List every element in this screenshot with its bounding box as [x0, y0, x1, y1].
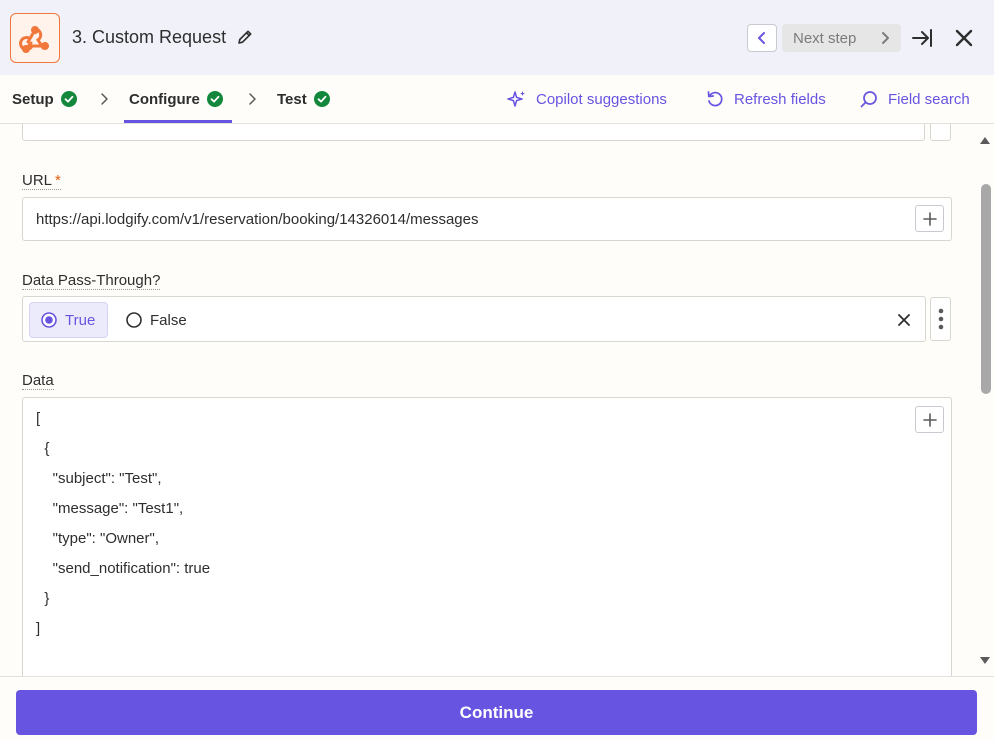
data-insert-data-button[interactable] — [915, 406, 944, 433]
code-line: { — [36, 440, 50, 457]
chevron-right-icon — [882, 32, 889, 44]
code-line: "type": "Owner", — [36, 530, 160, 547]
field-search-button[interactable]: Field search — [859, 75, 970, 123]
check-circle-icon — [60, 91, 77, 107]
option-true[interactable]: True — [29, 302, 108, 338]
plus-icon — [922, 211, 937, 226]
tab-setup[interactable]: Setup — [12, 75, 77, 123]
sparkle-icon — [507, 91, 525, 107]
option-false-label: False — [150, 311, 187, 329]
url-input[interactable]: https://api.lodgify.com/v1/reservation/b… — [22, 197, 952, 241]
method-select[interactable] — [22, 124, 925, 141]
url-label: URL * — [22, 172, 61, 190]
next-step-label: Next step — [793, 29, 857, 47]
tab-configure[interactable]: Configure — [129, 75, 223, 123]
search-icon — [860, 91, 877, 108]
code-line: "message": "Test1", — [36, 500, 184, 517]
footer: Continue — [0, 676, 994, 740]
tab-label: Test — [277, 90, 307, 108]
scrollbar-thumb[interactable] — [981, 184, 991, 394]
clear-icon[interactable] — [895, 311, 913, 329]
tab-test[interactable]: Test — [277, 75, 330, 123]
active-tab-indicator — [124, 120, 232, 123]
data-textarea[interactable]: [ { "subject": "Test", "message": "Test1… — [22, 397, 952, 676]
data-label: Data — [22, 372, 54, 390]
option-false[interactable]: False — [126, 302, 187, 338]
url-insert-data-button[interactable] — [915, 205, 944, 232]
field-search-label: Field search — [888, 90, 970, 108]
check-circle-icon — [313, 91, 330, 107]
required-marker: * — [55, 172, 61, 189]
previous-step-button[interactable] — [747, 24, 777, 52]
step-header: 3. Custom Request Next step — [0, 0, 994, 75]
webhook-app-logo — [10, 13, 60, 63]
continue-button[interactable]: Continue — [16, 690, 977, 735]
code-line: "send_notification": true — [36, 560, 211, 577]
refresh-icon — [707, 91, 723, 107]
url-value: https://api.lodgify.com/v1/reservation/b… — [36, 211, 479, 228]
step-tabs: Setup Configure Test Copilot suggestions — [0, 75, 994, 124]
plus-icon — [922, 412, 937, 427]
pass-through-more-button[interactable] — [930, 297, 951, 341]
more-vertical-icon — [938, 308, 943, 330]
radio-selected-icon — [41, 312, 57, 328]
tab-label: Setup — [12, 90, 54, 108]
close-icon[interactable] — [952, 26, 976, 50]
configure-form: URL * https://api.lodgify.com/v1/reservat… — [0, 124, 994, 676]
collapse-panel-icon[interactable] — [910, 26, 934, 50]
copilot-label: Copilot suggestions — [536, 90, 667, 108]
radio-unselected-icon — [126, 312, 142, 328]
chevron-right-icon — [249, 93, 256, 105]
webhook-icon — [19, 26, 49, 53]
option-true-label: True — [65, 311, 96, 329]
copilot-suggestions-button[interactable]: Copilot suggestions — [507, 75, 667, 123]
code-line: } — [36, 590, 50, 607]
scroll-up-arrow-icon[interactable] — [978, 134, 992, 146]
pass-through-options: True False — [22, 296, 926, 342]
refresh-fields-button[interactable]: Refresh fields — [705, 75, 826, 123]
next-step-button[interactable]: Next step — [782, 24, 901, 52]
pass-through-label: Data Pass-Through? — [22, 272, 161, 290]
code-line: [ — [36, 410, 41, 427]
tab-label: Configure — [129, 90, 200, 108]
check-circle-icon — [206, 91, 223, 107]
code-line: "subject": "Test", — [36, 470, 162, 487]
step-title: 3. Custom Request — [72, 27, 227, 47]
refresh-label: Refresh fields — [734, 90, 826, 108]
edit-pencil-icon[interactable] — [236, 28, 254, 46]
chevron-right-icon — [101, 93, 108, 105]
scroll-down-arrow-icon[interactable] — [978, 654, 992, 666]
chevron-left-icon — [758, 32, 765, 44]
code-line: ] — [36, 620, 41, 637]
method-more-button[interactable] — [930, 124, 951, 141]
